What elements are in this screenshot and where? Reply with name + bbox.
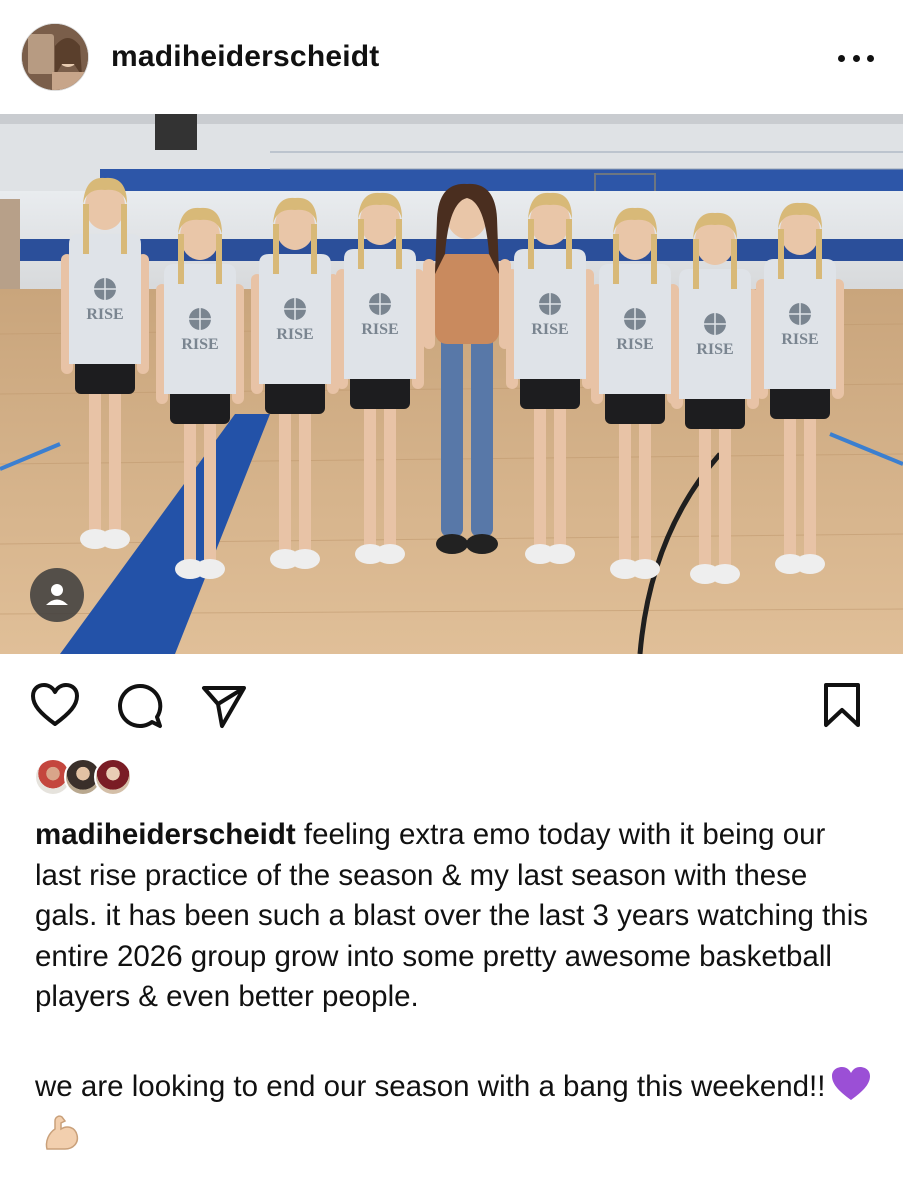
paper-plane-icon[interactable] <box>200 682 248 735</box>
purple-heart-icon <box>831 1066 871 1114</box>
post-photo[interactable]: RISE <box>0 114 903 654</box>
more-options-icon[interactable] <box>838 52 874 64</box>
comment-bubble-icon[interactable] <box>116 682 164 735</box>
action-bar <box>0 654 903 754</box>
profile-avatar[interactable] <box>22 24 88 90</box>
bookmark-icon[interactable] <box>822 682 862 733</box>
caption-paragraph-2: we are looking to end our season with a … <box>35 1066 875 1165</box>
post-caption: madiheiderscheidt feeling extra emo toda… <box>35 815 875 1165</box>
liked-by-avatars[interactable] <box>34 758 194 796</box>
liker-avatar <box>94 758 132 796</box>
flexed-biceps-icon <box>41 1113 81 1165</box>
heart-icon[interactable] <box>30 682 80 733</box>
caption-text-2: we are looking to end our season with a … <box>35 1069 826 1103</box>
caption-username[interactable]: madiheiderscheidt <box>35 818 296 851</box>
post-username[interactable]: madiheiderscheidt <box>111 40 379 74</box>
post-header: madiheiderscheidt <box>0 0 903 114</box>
tagged-people-icon[interactable] <box>30 568 84 622</box>
caption-paragraph-1: madiheiderscheidt feeling extra emo toda… <box>35 815 875 1018</box>
